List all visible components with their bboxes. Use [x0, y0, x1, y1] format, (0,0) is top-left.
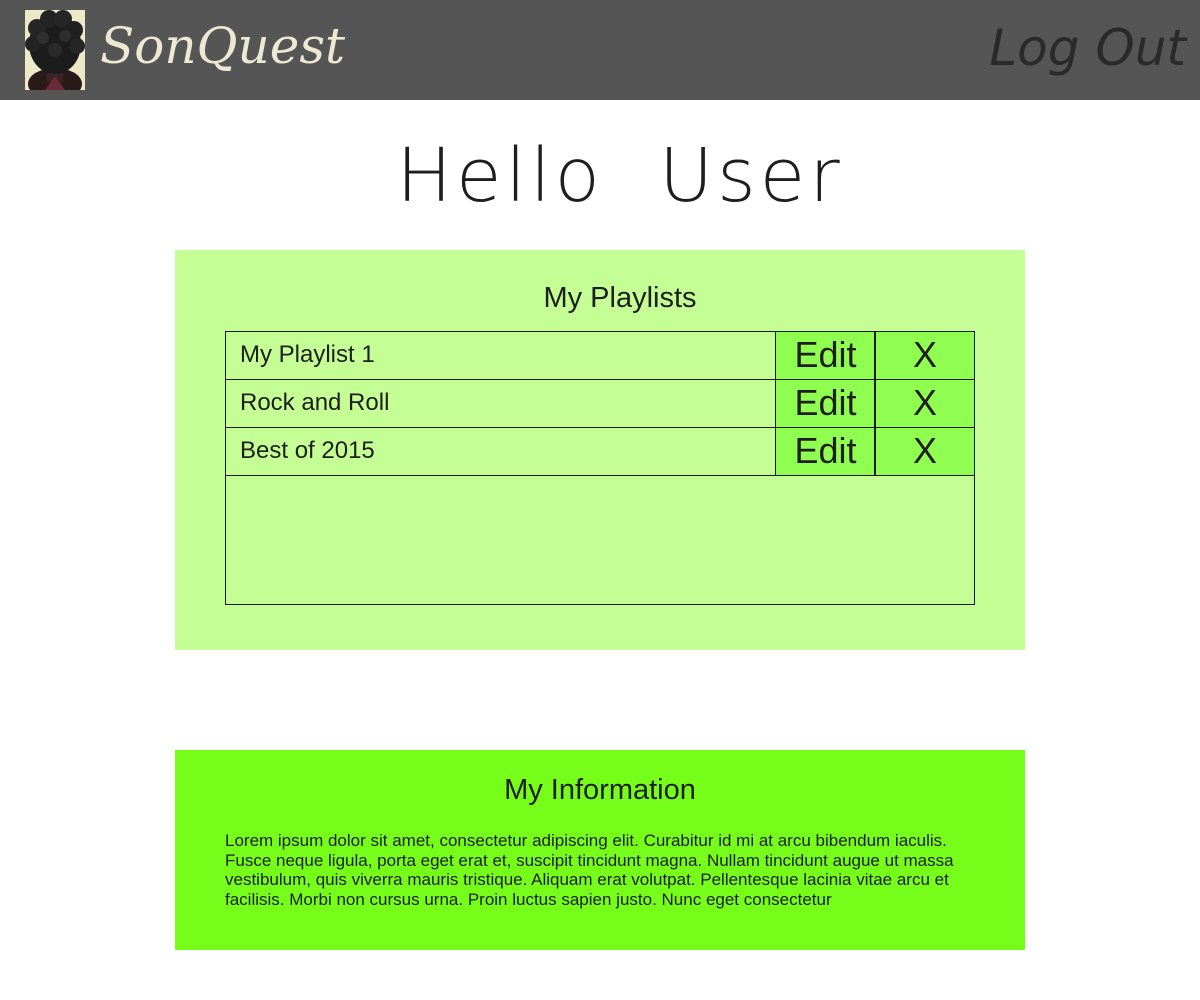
- top-header: SonQuest Log Out: [0, 0, 1200, 100]
- delete-playlist-button[interactable]: X: [874, 380, 974, 427]
- edit-playlist-button[interactable]: Edit: [775, 428, 875, 475]
- edit-playlist-button[interactable]: Edit: [775, 332, 875, 379]
- delete-playlist-button[interactable]: X: [874, 332, 974, 379]
- playlist-name[interactable]: Rock and Roll: [240, 380, 389, 427]
- logout-link[interactable]: Log Out: [989, 18, 1186, 78]
- information-title: My Information: [504, 774, 696, 806]
- edit-playlist-button[interactable]: Edit: [775, 380, 875, 427]
- information-panel: My Information Lorem ipsum dolor sit ame…: [175, 750, 1025, 950]
- user-avatar-icon[interactable]: [25, 10, 85, 90]
- playlist-row: Rock and Roll Edit X: [226, 380, 974, 428]
- page-title: Hello User: [396, 133, 844, 219]
- information-text: Lorem ipsum dolor sit amet, consectetur …: [225, 831, 954, 909]
- playlist-row: Best of 2015 Edit X: [226, 428, 974, 476]
- playlist-name[interactable]: Best of 2015: [240, 428, 375, 475]
- playlists-panel: My Playlists My Playlist 1 Edit X Rock a…: [175, 250, 1025, 650]
- avatar-silhouette-icon: [25, 10, 85, 90]
- playlist-row: My Playlist 1 Edit X: [226, 332, 974, 380]
- playlists-title: My Playlists: [543, 282, 697, 314]
- playlist-name[interactable]: My Playlist 1: [240, 332, 375, 379]
- delete-playlist-button[interactable]: X: [874, 428, 974, 475]
- playlist-table: My Playlist 1 Edit X Rock and Roll Edit …: [225, 331, 975, 605]
- brand-name[interactable]: SonQuest: [100, 14, 345, 78]
